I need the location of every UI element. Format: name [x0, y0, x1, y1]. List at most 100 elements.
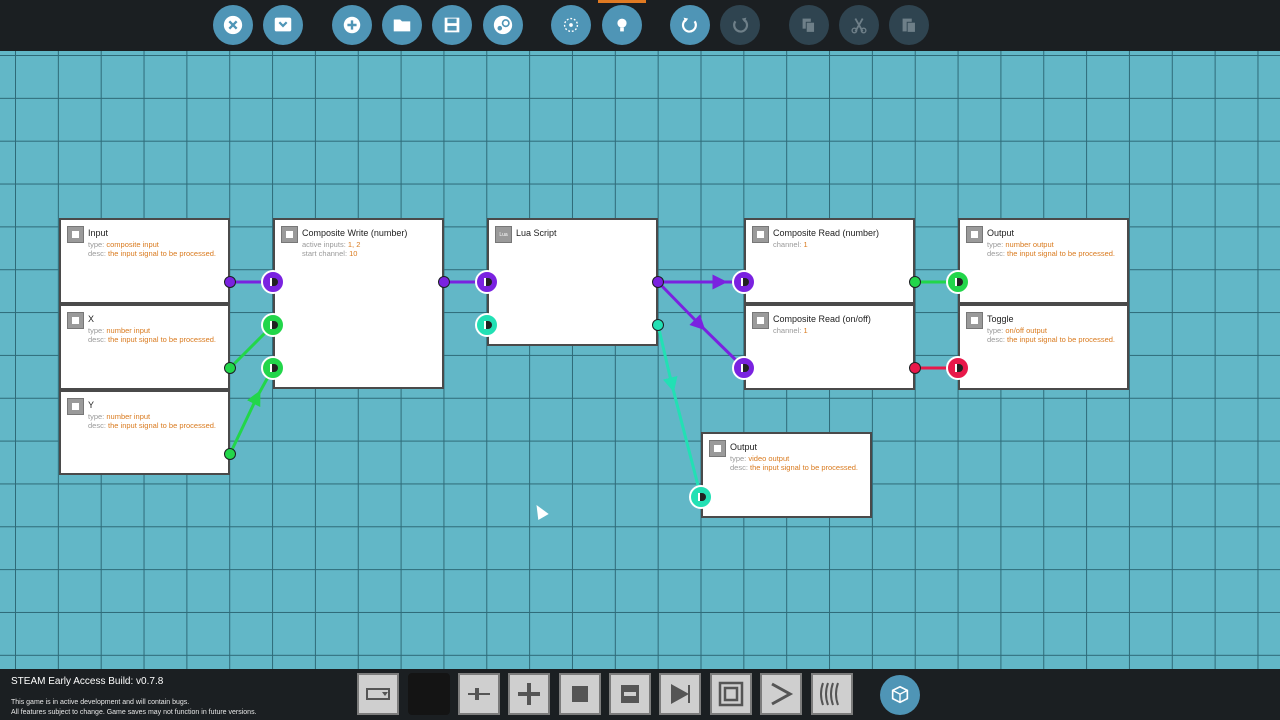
- node-desc: desc: the input signal to be processed.: [88, 421, 217, 430]
- port-x-out[interactable]: [224, 362, 236, 374]
- node-title: Composite Read (number): [773, 228, 880, 238]
- node-output-video[interactable]: Output type: video output desc: the inpu…: [701, 432, 872, 518]
- close-button[interactable]: [213, 5, 253, 45]
- select-icon: [563, 17, 579, 33]
- node-icon: [67, 398, 84, 415]
- tool-dropdown[interactable]: [357, 673, 399, 715]
- composite-icon: [752, 226, 769, 243]
- port-read-number-out[interactable]: [909, 276, 921, 288]
- node-input[interactable]: Input type: composite input desc: the in…: [59, 218, 230, 304]
- chevron-down-icon: [274, 17, 292, 32]
- copy-button[interactable]: [789, 5, 829, 45]
- node-prop-active-inputs: active inputs: 1, 2: [302, 240, 361, 249]
- paste-button[interactable]: [889, 5, 929, 45]
- port-write-in-composite[interactable]: [261, 270, 285, 294]
- forward-icon: [771, 682, 794, 706]
- tool-frame[interactable]: [710, 673, 752, 715]
- port-lua-in-video[interactable]: [475, 313, 499, 337]
- open-button[interactable]: [382, 5, 422, 45]
- save-button[interactable]: [432, 5, 472, 45]
- plus-icon: [343, 16, 361, 34]
- paste-icon: [902, 18, 916, 33]
- plus-icon: [518, 683, 540, 705]
- node-title: Composite Write (number): [302, 228, 408, 238]
- close-icon: [223, 15, 243, 35]
- redo-icon: [733, 17, 749, 33]
- node-toggle[interactable]: Toggle type: on/off output desc: the inp…: [958, 304, 1129, 390]
- steam-icon: [493, 15, 513, 35]
- node-type: type: number input: [88, 412, 151, 421]
- top-toolbar: [0, 0, 1280, 51]
- node-desc: desc: the input signal to be processed.: [987, 249, 1116, 258]
- port-write-in-1[interactable]: [261, 313, 285, 337]
- node-desc: desc: the input signal to be processed.: [88, 249, 217, 258]
- lua-icon: Lua: [495, 226, 512, 243]
- node-title: X: [88, 314, 95, 324]
- node-output-number[interactable]: Output type: number output desc: the inp…: [958, 218, 1129, 304]
- node-desc: desc: the input signal to be processed.: [987, 335, 1116, 344]
- port-y-out[interactable]: [224, 448, 236, 460]
- undo-button[interactable]: [670, 5, 710, 45]
- node-x[interactable]: X type: number input desc: the input sig…: [59, 304, 230, 390]
- build-version-label: STEAM Early Access Build: v0.7.8: [11, 676, 164, 687]
- waves-icon: [820, 682, 839, 706]
- tool-empty[interactable]: [408, 673, 450, 715]
- active-tab-indicator: [598, 0, 646, 3]
- node-y[interactable]: Y type: number input desc: the input sig…: [59, 390, 230, 475]
- package-icon: [891, 685, 909, 704]
- tool-package[interactable]: [880, 675, 920, 715]
- undo-icon: [681, 17, 697, 33]
- tool-slider[interactable]: [458, 673, 500, 715]
- port-toggle-in[interactable]: [946, 356, 970, 380]
- save-icon: [444, 17, 460, 33]
- node-title: Lua Script: [516, 228, 557, 238]
- tool-add[interactable]: [508, 673, 550, 715]
- node-composite-read-onoff[interactable]: Composite Read (on/off) channel: 1: [744, 304, 915, 390]
- port-input-out[interactable]: [224, 276, 236, 288]
- select-button[interactable]: [551, 5, 591, 45]
- port-output-video-in[interactable]: [689, 485, 713, 509]
- node-title: Output: [987, 228, 1015, 238]
- node-type: type: video output: [730, 454, 790, 463]
- new-button[interactable]: [332, 5, 372, 45]
- tool-subtract[interactable]: [609, 673, 651, 715]
- node-icon: [966, 312, 983, 329]
- play-icon: [671, 684, 690, 704]
- lightbulb-icon: [617, 18, 627, 32]
- cut-icon: [851, 18, 867, 34]
- node-prop-channel: channel: 1: [773, 326, 808, 335]
- node-prop-start-channel: start channel: 10: [302, 249, 358, 258]
- port-write-in-2[interactable]: [261, 356, 285, 380]
- tool-square[interactable]: [559, 673, 601, 715]
- hint-button[interactable]: [602, 5, 642, 45]
- tool-waves[interactable]: [811, 673, 853, 715]
- node-type: type: number output: [987, 240, 1054, 249]
- folder-icon: [393, 19, 411, 32]
- port-read-number-in[interactable]: [732, 270, 756, 294]
- node-lua-script[interactable]: Lua Lua Script: [487, 218, 658, 346]
- node-icon: [966, 226, 983, 243]
- build-disclaimer: This game is in active development and w…: [11, 699, 257, 716]
- redo-button[interactable]: [720, 5, 760, 45]
- node-type: type: on/off output: [987, 326, 1047, 335]
- port-lua-in-composite[interactable]: [475, 270, 499, 294]
- port-write-out[interactable]: [438, 276, 450, 288]
- node-type: type: number input: [88, 326, 151, 335]
- cut-button[interactable]: [839, 5, 879, 45]
- port-read-onoff-out[interactable]: [909, 362, 921, 374]
- port-read-onoff-in[interactable]: [732, 356, 756, 380]
- collapse-button[interactable]: [263, 5, 303, 45]
- port-output-number-in[interactable]: [946, 270, 970, 294]
- steam-button[interactable]: [483, 5, 523, 45]
- port-lua-out-composite[interactable]: [652, 276, 664, 288]
- tool-forward[interactable]: [760, 673, 802, 715]
- node-type: type: composite input: [88, 240, 159, 249]
- blank-icon: [414, 679, 444, 709]
- node-desc: desc: the input signal to be processed.: [88, 335, 217, 344]
- composite-icon: [281, 226, 298, 243]
- port-lua-out-video[interactable]: [652, 319, 664, 331]
- node-composite-read-number[interactable]: Composite Read (number) channel: 1: [744, 218, 915, 304]
- node-composite-write[interactable]: Composite Write (number) active inputs: …: [273, 218, 444, 389]
- minus-icon: [621, 685, 639, 703]
- tool-play[interactable]: [659, 673, 701, 715]
